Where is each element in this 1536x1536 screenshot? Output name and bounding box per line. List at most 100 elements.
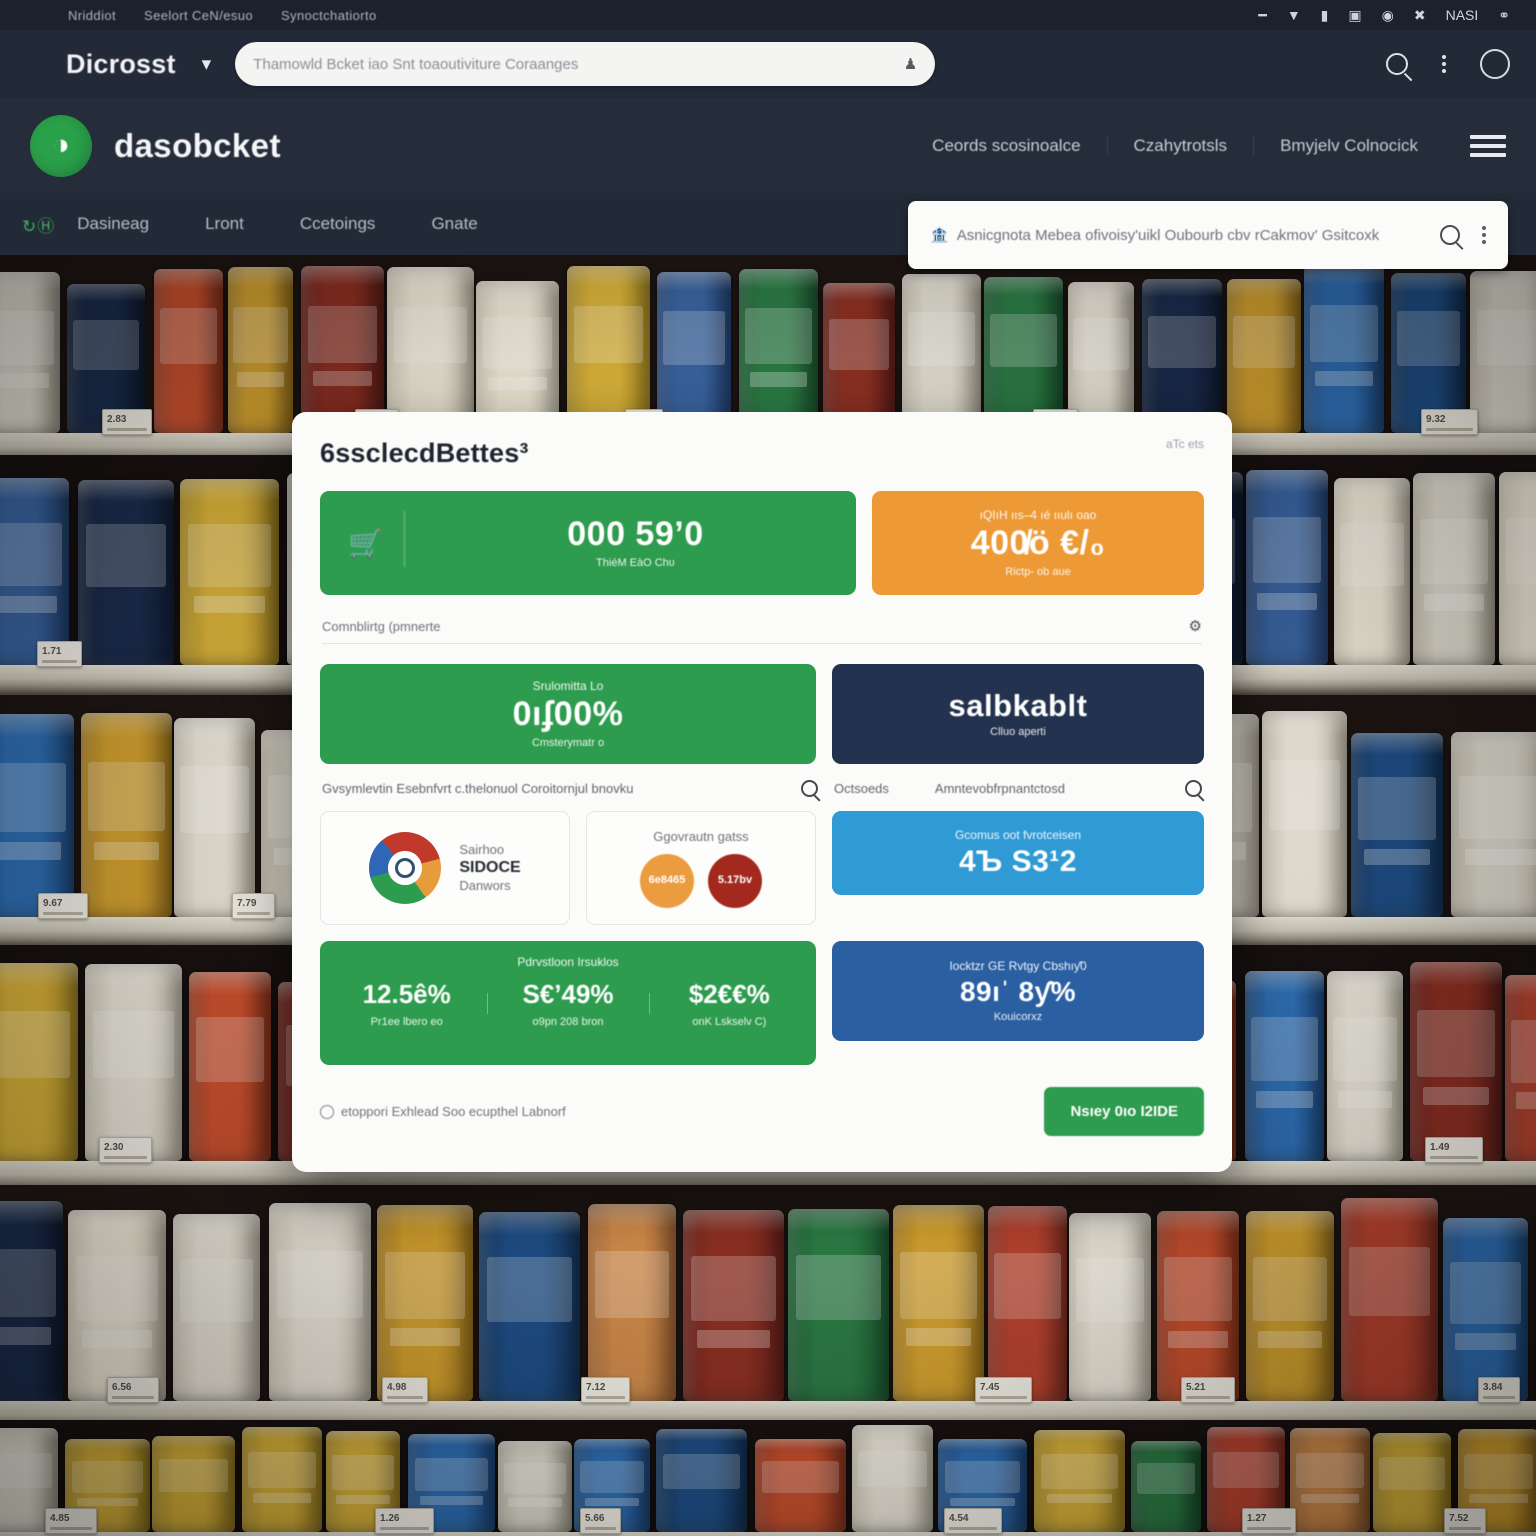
kpi-tile-blue-light[interactable]: Gcomus oot fvrotceisen 4Ъ S3¹2 (832, 811, 1204, 895)
chrome-logo-icon (369, 832, 442, 904)
brand[interactable]: ◑ dasobcket (30, 114, 281, 177)
os-menu-item-1[interactable]: Seelort CeN/esuo (144, 8, 253, 23)
stats-modal: 6ssclecdBettes³ aTc ets 🛒 000 59’0 ThiéM… (292, 412, 1232, 1172)
browser-toolbar: Dicrosst ▾ Thamowld Bcket iao Snt toaout… (0, 30, 1536, 98)
shelf-price-tag: 6.56 (107, 1377, 159, 1404)
modal-header-meta: aTc ets (1165, 437, 1204, 451)
product-item (1410, 962, 1502, 1161)
horizontal-rule (322, 643, 1202, 644)
os-menu-item-2[interactable]: Synoctchatiorto (281, 8, 377, 23)
page-search-query: Asnicgnota Mebea ofivoisy'uikl Oubourb c… (956, 226, 1380, 244)
kpi-green-triple-key-0: Pr1ee lbero eo (370, 1015, 443, 1028)
more-vertical-icon[interactable] (1442, 55, 1446, 73)
shelf-price-tag: 2.30 (99, 1137, 152, 1164)
kpi-orange-sub: Rictp- ob aue (1005, 565, 1071, 578)
product-item (1470, 271, 1536, 433)
calendar-icon[interactable]: ▣ (1348, 7, 1361, 24)
more-vertical-icon[interactable] (1482, 226, 1486, 244)
kpi-tile-blue-dark[interactable]: Iocktzr GE Rvtgy Cbshıƴ0 89ıˈ 8ƴ% Kouico… (832, 941, 1204, 1041)
card-badges[interactable]: Ggovrautn gatss 6e8465 5.17bv (586, 811, 816, 925)
kpi-navy-value: salbkablt (948, 687, 1088, 723)
product-item (180, 479, 279, 665)
header-nav-item-0[interactable]: Ceords scosinoalce (906, 135, 1108, 156)
kpi-green-triple-cell-0: 12.5ê% Pr1ee lbero eo (326, 979, 487, 1028)
search-icon[interactable] (1440, 225, 1460, 245)
product-item (902, 274, 981, 433)
subnav-item-0[interactable]: Dasineag (77, 214, 149, 234)
os-menu-item-0[interactable]: Nriddiot (68, 8, 116, 23)
filter-icon[interactable]: ⚙ (1189, 617, 1202, 635)
page-search-bar[interactable]: 🏦 Asnicgnota Mebea ofivoisy'uikl Oubourb… (908, 201, 1508, 269)
product-item (0, 963, 78, 1161)
modal-search-right[interactable]: Octsoeds Amntevobfrpnantctosd (834, 780, 1202, 797)
os-tray: ━ ▼ ▮ ▣ ◉ ✖ NASI ⚭ (1258, 7, 1510, 24)
search-icon[interactable] (1386, 53, 1408, 75)
kpi-tile-orange[interactable]: ıQIıH ııs–4 ıé ııulı oao 400̸ö €/₀ Rictp… (872, 491, 1204, 595)
shelf-price-tag: 3.84 (1478, 1377, 1520, 1404)
product-item (823, 283, 895, 433)
product-item (242, 1427, 322, 1532)
shelf-row: 4.85 1.26 5.66 4.54 1.27 7.52 (0, 1420, 1536, 1536)
user-icon[interactable]: ⚭ (1498, 7, 1510, 24)
product-item (1373, 1433, 1451, 1532)
kpi-row-4: Pdrvstloon Irsuklos 12.5ê% Pr1ee lbero e… (320, 941, 1204, 1065)
subnav-item-2[interactable]: Ccetoings (300, 214, 376, 234)
product-item (1245, 971, 1324, 1161)
shelf-price-tag: 4.98 (382, 1377, 428, 1404)
chevron-down-icon[interactable]: ▾ (202, 53, 212, 76)
battery-icon[interactable]: ▮ (1321, 7, 1329, 24)
kpi-green-secondary-caption: Srulomitta Lo (532, 679, 604, 694)
kpi-tile-green-secondary[interactable]: Srulomitta Lo 0ıʄ00% Cmsterymatr o (320, 664, 816, 764)
modal-search-left[interactable]: Gvsymlevtin Esebnfvrt c.thelonuol Coroit… (322, 780, 818, 797)
header-nav-item-2[interactable]: Bmyjelv Colnocick (1254, 136, 1444, 156)
kpi-green-triple-value-1: S€’49% (522, 978, 614, 1009)
product-item (152, 1436, 235, 1532)
kpi-tile-navy[interactable]: salbkablt Clluo aperti (832, 664, 1204, 764)
product-item (1262, 711, 1347, 917)
kpi-tile-green-primary-body: 000 59’0 ThiéM EàO Chʋ (415, 516, 856, 568)
card-badges-caption: Ggovrautn gatss (653, 828, 749, 844)
omnibox-text: Thamowld Bcket iao Snt toaoutiviture Cor… (253, 55, 579, 73)
person-icon[interactable]: ♟ (904, 55, 917, 73)
product-item (1131, 1441, 1201, 1532)
shelf-price-tag: 1.71 (37, 641, 82, 668)
badge-red[interactable]: 5.17bv (708, 853, 762, 908)
chrome-core-icon (395, 858, 416, 878)
primary-cta-button[interactable]: Nsıey 0ıo I2IDE (1044, 1087, 1204, 1136)
browser-profile-label[interactable]: Dicrosst (66, 49, 176, 80)
search-icon[interactable] (1185, 780, 1202, 797)
subnav-item-1[interactable]: Lront (205, 214, 244, 234)
product-item (656, 1429, 747, 1532)
omnibox[interactable]: Thamowld Bcket iao Snt toaoutiviture Cor… (235, 42, 936, 86)
kpi-row-2: Srulomitta Lo 0ıʄ00% Cmsterymatr o salbk… (320, 664, 1204, 764)
kpi-tile-green-triple[interactable]: Pdrvstloon Irsuklos 12.5ê% Pr1ee lbero e… (320, 941, 816, 1065)
minimize-icon[interactable]: ━ (1258, 7, 1266, 24)
kpi-blue-dark-caption: Iocktzr GE Rvtgy Cbshıƴ0 (949, 959, 1087, 974)
product-item (567, 266, 650, 433)
modal-footer-note: etoppori Exhlead Soo ecupthel Labnorf (341, 1104, 566, 1119)
card-chrome-line-3: Danwors (459, 878, 511, 893)
kpi-green-secondary-sub: Cmsterymatr o (531, 736, 605, 749)
kpi-orange-value: 400̸ö €/₀ (970, 524, 1106, 563)
profile-avatar-icon[interactable] (1480, 49, 1510, 79)
product-item (174, 718, 255, 917)
product-item (377, 1205, 473, 1401)
header-nav-item-1[interactable]: Czahytrotsls (1108, 135, 1255, 156)
card-chrome-brand[interactable]: Sairhoo SIDOCE Danwors (320, 811, 570, 925)
info-icon (320, 1104, 334, 1119)
product-item (1034, 1430, 1125, 1532)
wifi-icon[interactable]: ▼ (1287, 7, 1301, 23)
kpi-orange-caption: ıQIıH ııs–4 ıé ııulı oao (979, 508, 1097, 523)
shelf-price-tag: 4.85 (45, 1508, 97, 1535)
record-icon[interactable]: ◉ (1382, 7, 1394, 24)
shelf-price-tag: 7.12 (581, 1377, 630, 1404)
hamburger-menu-icon[interactable] (1470, 134, 1506, 157)
bluetooth-off-icon[interactable]: ✖ (1414, 7, 1426, 24)
brand-glyph-icon: ◑ (52, 129, 70, 161)
subnav-item-3[interactable]: Gnate (431, 214, 477, 234)
product-item (1290, 1428, 1370, 1532)
product-item (78, 480, 174, 665)
kpi-tile-green-primary[interactable]: 🛒 000 59’0 ThiéM EàO Chʋ (320, 491, 856, 595)
search-icon[interactable] (801, 780, 818, 797)
badge-orange[interactable]: 6e8465 (640, 853, 694, 908)
